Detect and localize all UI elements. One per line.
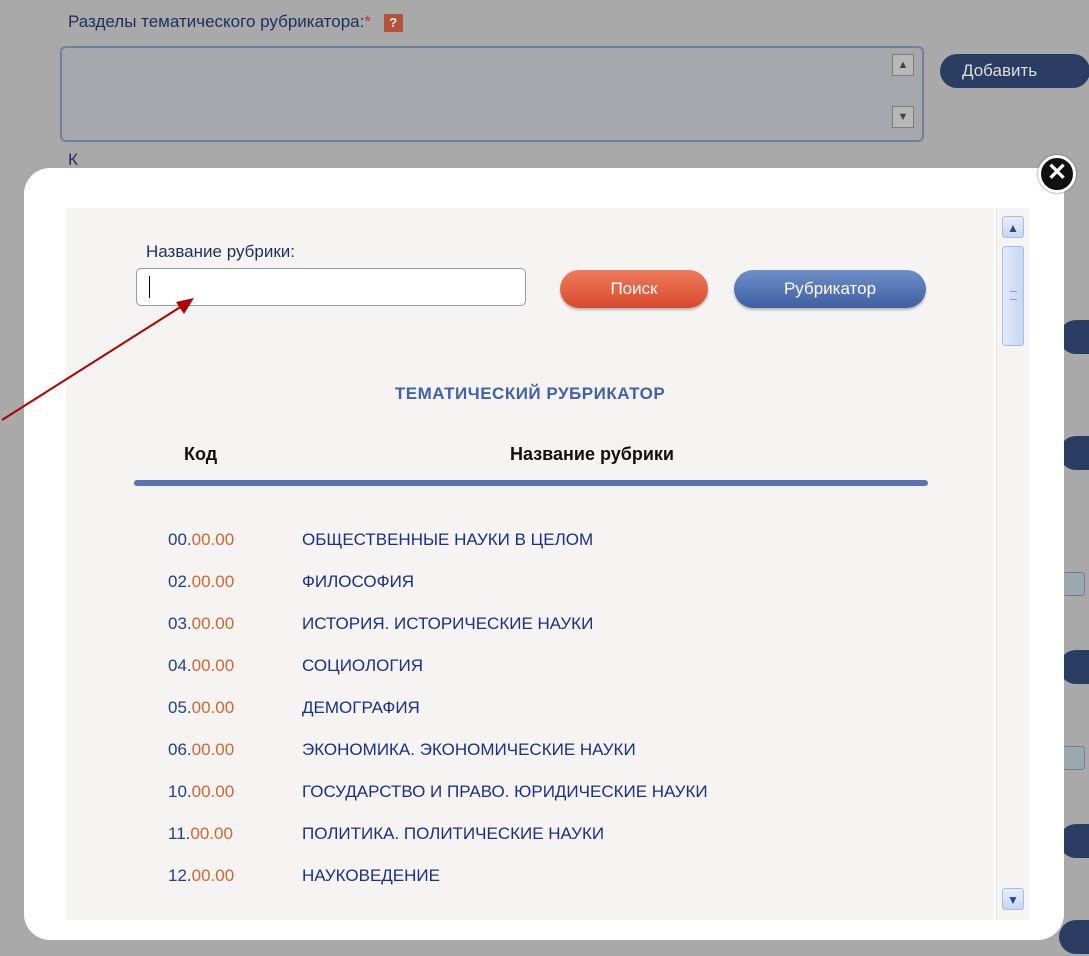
annotation-arrow-icon: [1, 298, 194, 421]
